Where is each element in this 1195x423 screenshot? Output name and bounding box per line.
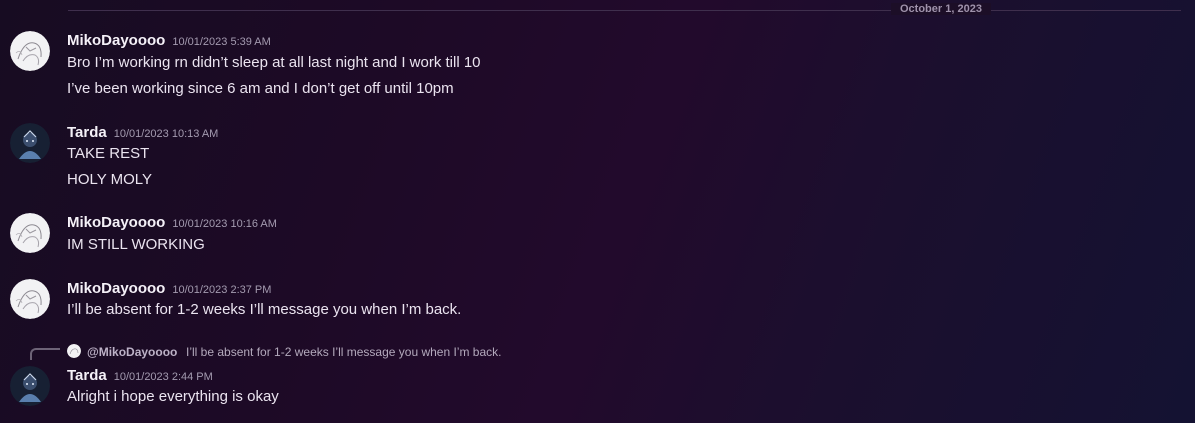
timestamp: 10/01/2023 10:16 AM <box>172 218 277 230</box>
reply-author-mention[interactable]: @MikoDayoooo <box>87 345 177 359</box>
message-text: I’ll be absent for 1-2 weeks I’ll messag… <box>67 301 462 318</box>
timestamp: 10/01/2023 5:39 AM <box>172 36 271 48</box>
reply-spine <box>30 348 60 360</box>
reply-avatar[interactable] <box>67 344 81 358</box>
avatar[interactable] <box>10 213 50 253</box>
timestamp: 10/01/2023 2:37 PM <box>172 284 272 296</box>
username[interactable]: MikoDayoooo <box>67 280 165 297</box>
username[interactable]: MikoDayoooo <box>67 214 165 231</box>
avatar[interactable] <box>10 123 50 163</box>
timestamp: 10/01/2023 2:44 PM <box>113 371 213 383</box>
message-text: Bro I’m working rn didn’t sleep at all l… <box>67 54 481 71</box>
message-text: TAKE REST <box>67 145 150 162</box>
avatar[interactable] <box>10 279 50 319</box>
avatar[interactable] <box>10 366 50 406</box>
avatar[interactable] <box>10 31 50 71</box>
reply-preview-text[interactable]: I’ll be absent for 1-2 weeks I’ll messag… <box>186 345 501 359</box>
username[interactable]: MikoDayoooo <box>67 32 165 49</box>
date-divider-label: October 1, 2023 <box>891 3 991 15</box>
timestamp: 10/01/2023 10:13 AM <box>113 128 219 140</box>
username[interactable]: Tarda <box>67 367 107 384</box>
username[interactable]: Tarda <box>67 124 107 141</box>
message-text: I’ve been working since 6 am and I don’t… <box>67 80 454 97</box>
date-divider <box>68 10 1181 11</box>
message-text: HOLY MOLY <box>67 171 153 188</box>
message-text: IM STILL WORKING <box>67 236 205 253</box>
message-text: Alright i hope everything is okay <box>67 388 279 405</box>
